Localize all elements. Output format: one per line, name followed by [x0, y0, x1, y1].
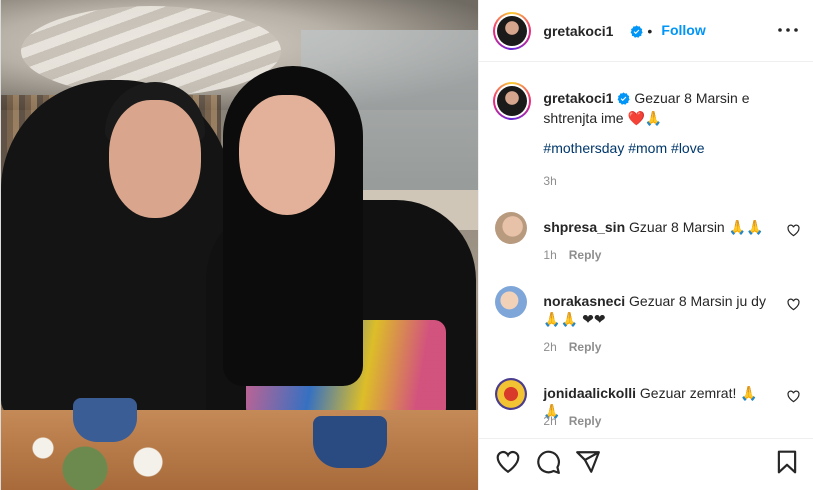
comment-like-heart-icon[interactable] — [787, 224, 800, 237]
header-separator: • — [647, 23, 653, 39]
follow-button[interactable]: Follow — [661, 22, 705, 38]
post-actions — [479, 438, 813, 490]
comment-time[interactable]: 2h — [543, 414, 556, 428]
caption-hashtags: #mothersday #mom #love — [543, 140, 704, 156]
hashtag-link[interactable]: #love — [671, 140, 704, 156]
comment-username[interactable]: shpresa_sin — [543, 219, 625, 235]
photo-cup-right — [313, 416, 387, 468]
author-avatar[interactable] — [493, 12, 532, 50]
bookmark-icon[interactable] — [774, 449, 800, 475]
post-sidebar: gretakoci1 • Follow gretakoci1 Gezuar 8 … — [478, 0, 813, 490]
verified-badge-icon — [626, 23, 644, 39]
comment-meta: 2h Reply — [543, 414, 601, 428]
comment-like-heart-icon[interactable] — [787, 298, 800, 311]
comment-body: norakasneci Gezuar 8 Marsin ju dy 🙏🙏 ❤❤ — [543, 292, 768, 328]
reply-button[interactable]: Reply — [569, 248, 602, 262]
share-icon[interactable] — [575, 449, 601, 475]
comment-item: norakasneci Gezuar 8 Marsin ju dy 🙏🙏 ❤❤ … — [479, 286, 813, 366]
hashtag-link[interactable]: #mom — [628, 140, 667, 156]
comment-avatar[interactable] — [495, 378, 528, 410]
post-photo[interactable] — [1, 0, 479, 490]
caption-time[interactable]: 3h — [543, 174, 556, 188]
photo-person-left-face — [109, 100, 201, 218]
comment-icon[interactable] — [535, 449, 561, 475]
comment-like-heart-icon[interactable] — [787, 390, 800, 403]
comment-time[interactable]: 2h — [543, 340, 556, 354]
comment-username[interactable]: norakasneci — [543, 293, 625, 309]
hashtag-link[interactable]: #mothersday — [543, 140, 624, 156]
comment-avatar[interactable] — [495, 286, 528, 318]
post-header: gretakoci1 • Follow — [479, 0, 813, 62]
comment-meta: 2h Reply — [543, 340, 601, 354]
instagram-post: gretakoci1 • Follow gretakoci1 Gezuar 8 … — [0, 0, 813, 490]
photo-flowers — [1, 420, 211, 490]
comment-username[interactable]: jonidaalickolli — [543, 385, 636, 401]
verified-badge-icon — [618, 92, 631, 105]
caption-text: gretakoci1 Gezuar 8 Marsin e shtrenjta i… — [543, 88, 798, 128]
reply-button[interactable]: Reply — [569, 340, 602, 354]
photo-person-right-face — [239, 95, 335, 215]
comment-body: shpresa_sin Gzuar 8 Marsin 🙏🙏 — [543, 218, 768, 236]
more-options-icon[interactable] — [776, 20, 800, 40]
comment-avatar[interactable] — [495, 212, 528, 244]
caption-avatar[interactable] — [493, 82, 532, 120]
heart-icon[interactable] — [495, 449, 521, 475]
comment-time[interactable]: 1h — [543, 248, 556, 262]
reply-button[interactable]: Reply — [569, 414, 602, 428]
comment-item: shpresa_sin Gzuar 8 Marsin 🙏🙏 1h Reply — [479, 212, 813, 292]
caption-username[interactable]: gretakoci1 — [543, 90, 613, 106]
comment-text: Gzuar 8 Marsin 🙏🙏 — [629, 219, 764, 235]
author-username[interactable]: gretakoci1 — [543, 23, 613, 39]
comment-meta: 1h Reply — [543, 248, 601, 262]
